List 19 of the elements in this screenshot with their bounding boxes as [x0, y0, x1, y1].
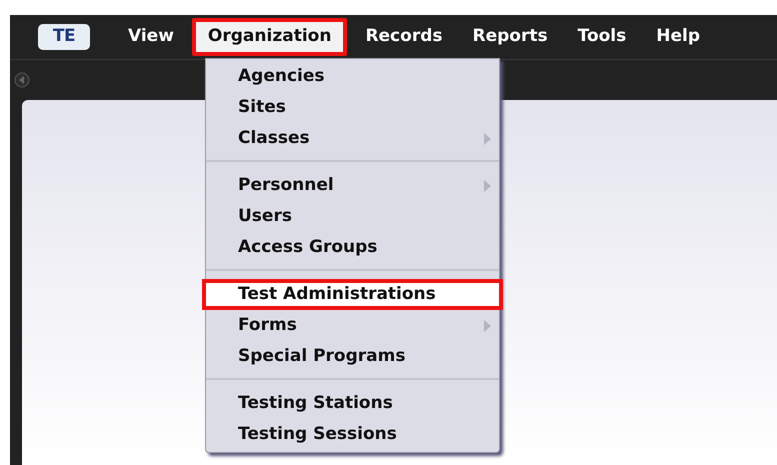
menu-item[interactable]: Users [206, 201, 499, 232]
menu-item[interactable]: Sites [206, 92, 499, 123]
menu-bar-item[interactable]: View [116, 18, 186, 56]
menu-bar-item[interactable]: Help [644, 18, 712, 56]
menu-item[interactable]: Agencies [206, 61, 499, 92]
menu-bar-item[interactable]: Records [353, 18, 454, 56]
menu-item[interactable]: Testing Sessions [206, 419, 499, 450]
back-icon[interactable] [14, 72, 30, 88]
menu-item[interactable]: Classes [206, 123, 499, 154]
menu-item[interactable]: Test Administrations [202, 279, 503, 310]
menu-bar-item[interactable]: Reports [460, 18, 560, 56]
menu-item[interactable]: Forms [206, 310, 499, 341]
app-logo[interactable]: TE [38, 24, 90, 50]
menu-bar-item[interactable]: Tools [566, 18, 638, 56]
menu-item[interactable]: Testing Stations [206, 388, 499, 419]
menu-item[interactable]: Special Programs [206, 341, 499, 372]
menu-bar-item[interactable]: Organization [192, 18, 348, 56]
menu-item[interactable]: Access Groups [206, 232, 499, 263]
menu-item[interactable]: Personnel [206, 170, 499, 201]
